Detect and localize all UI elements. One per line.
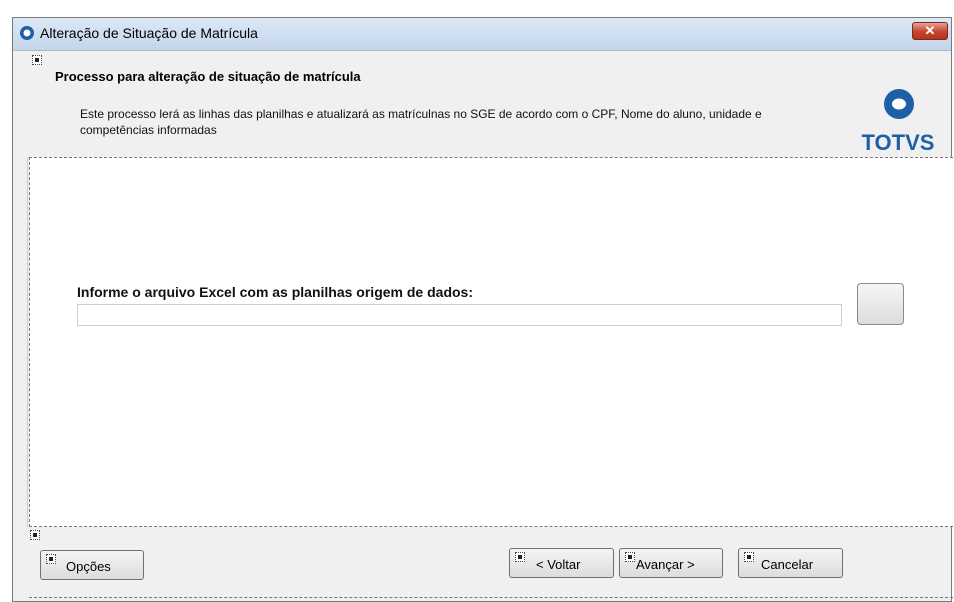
back-button[interactable]: < Voltar [509, 548, 614, 578]
footer-divider [29, 597, 953, 598]
grip-icon [32, 55, 42, 65]
file-label: Informe o arquivo Excel com as planilhas… [77, 284, 473, 300]
wizard-header: Processo para alteração de situação de m… [13, 51, 951, 156]
cancel-label: Cancelar [761, 557, 814, 572]
options-button[interactable]: Opções [40, 550, 144, 580]
cancel-button[interactable]: Cancelar [738, 548, 843, 578]
totvs-logo: TOTVS [862, 89, 935, 153]
next-button[interactable]: Avançar > [619, 548, 723, 578]
grip-icon [30, 530, 40, 540]
grip-icon [46, 554, 56, 564]
back-label: < Voltar [536, 557, 581, 572]
content-panel [29, 157, 953, 527]
title-bar[interactable]: Alteração de Situação de Matrícula ✕ [13, 18, 951, 51]
options-label: Opções [66, 559, 111, 574]
grip-icon [625, 552, 635, 562]
window-title: Alteração de Situação de Matrícula [40, 25, 258, 41]
left-edge [13, 157, 28, 527]
grip-icon [515, 552, 525, 562]
header-title: Processo para alteração de situação de m… [55, 69, 361, 84]
next-label: Avançar > [636, 557, 695, 572]
file-path-input[interactable] [77, 304, 842, 326]
close-icon: ✕ [924, 23, 936, 38]
close-button[interactable]: ✕ [912, 22, 948, 40]
grip-icon [744, 552, 754, 562]
header-description: Este processo lerá as linhas das planilh… [80, 107, 762, 137]
app-icon [20, 26, 34, 40]
dialog-window: Alteração de Situação de Matrícula ✕ Pro… [12, 17, 953, 602]
logo-text: TOTVS [862, 130, 935, 153]
browse-button[interactable] [857, 283, 904, 325]
